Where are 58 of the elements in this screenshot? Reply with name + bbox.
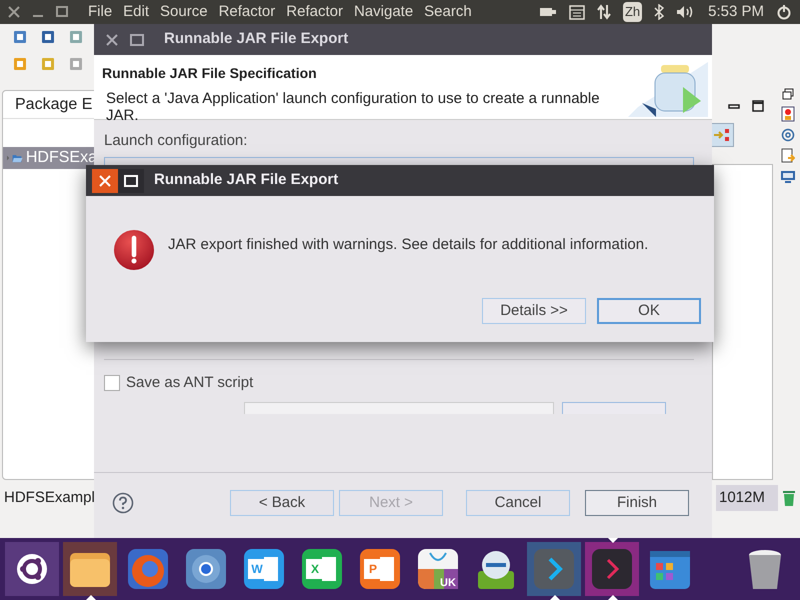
running-indicator <box>608 595 618 600</box>
battery-icon[interactable] <box>538 6 557 18</box>
launcher-ubuntu-button[interactable] <box>5 542 59 596</box>
trash-icon[interactable] <box>782 489 796 507</box>
close-button[interactable] <box>92 168 118 192</box>
input-method-indicator[interactable]: Zh <box>622 2 642 22</box>
running-indicator <box>86 595 96 600</box>
icon-letter: P <box>369 562 377 576</box>
icon-letter: W <box>251 562 263 576</box>
error-icon <box>112 228 156 272</box>
alert-message: JAR export finished with warnings. See details for additional information. <box>168 235 648 255</box>
power-icon[interactable] <box>776 4 792 20</box>
focus-indicator <box>608 538 618 543</box>
close-icon <box>99 174 111 186</box>
close-icon[interactable] <box>106 34 118 46</box>
menu-item[interactable]: Refactor <box>286 0 343 24</box>
window-title: Runnable JAR File Export <box>164 29 348 50</box>
wizard-button[interactable]: Finish <box>585 490 689 516</box>
maximize-icon[interactable] <box>752 100 764 112</box>
clock[interactable]: 5:53 PM <box>708 0 764 24</box>
hierarchy-icon[interactable] <box>710 123 734 147</box>
document-icon[interactable] <box>780 106 794 122</box>
toolbar-icon[interactable] <box>12 29 28 45</box>
field-label: Launch configuration: <box>104 131 248 151</box>
wizard-button[interactable]: Cancel <box>466 490 570 516</box>
restore-icon[interactable] <box>782 88 794 100</box>
ant-location-field[interactable] <box>244 402 554 414</box>
dialog-button[interactable]: Details >> <box>482 298 586 324</box>
wizard-button[interactable]: < Back <box>230 490 334 516</box>
wizard-description: Select a 'Java Application' launch configuration to use to create a runnable JAR. <box>105 90 601 124</box>
menu-item[interactable]: Source <box>160 0 208 24</box>
toolbar-icon[interactable] <box>40 29 56 45</box>
checkbox[interactable] <box>104 374 120 391</box>
status-text: HDFSExampl <box>4 488 95 508</box>
calendar-icon[interactable] <box>568 4 585 20</box>
help-icon[interactable] <box>112 492 134 514</box>
menu-item[interactable]: Refactor <box>218 0 276 24</box>
bluetooth-icon[interactable] <box>654 4 664 20</box>
launcher-store-button[interactable]: UK <box>411 542 465 596</box>
wizard-heading: Runnable JAR File Specification <box>102 64 318 83</box>
menu-item[interactable]: Edit <box>123 0 150 24</box>
close-icon[interactable] <box>8 6 20 18</box>
maximize-button[interactable] <box>118 168 144 192</box>
menu-item[interactable]: Navigate <box>354 0 414 24</box>
window-title: Runnable JAR File Export <box>154 170 338 190</box>
panel-tab[interactable]: Package E <box>15 92 92 116</box>
network-icon[interactable] <box>596 4 611 20</box>
checkbox-label[interactable]: Save as ANT script <box>126 372 254 394</box>
icon-letter: UK <box>440 577 456 589</box>
running-indicator <box>550 595 560 600</box>
console-icon[interactable] <box>780 170 796 184</box>
icon-letter: X <box>311 562 319 576</box>
menu-item[interactable]: Search <box>424 0 472 24</box>
declaration-icon[interactable] <box>780 148 794 164</box>
dialog-button[interactable]: OK <box>597 298 701 324</box>
maximize-icon <box>124 174 138 186</box>
heap-status[interactable]: 1012M <box>716 485 778 511</box>
menu-item[interactable]: File <box>88 0 112 24</box>
